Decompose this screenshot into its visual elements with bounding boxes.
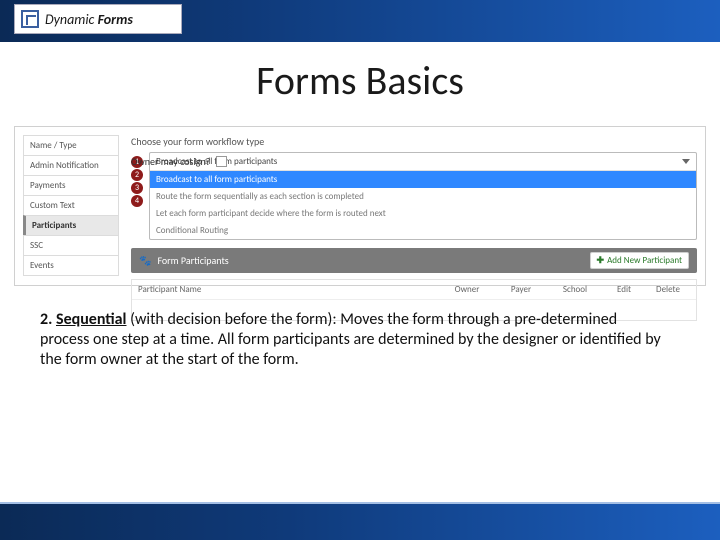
dropdown-option-conditional[interactable]: Conditional Routing	[150, 222, 696, 239]
footer-bar	[0, 504, 720, 540]
table-header: Participant Name Owner Payer School Edit…	[132, 280, 696, 300]
logo-mark-icon	[21, 10, 39, 28]
logo-badge: Dynamic Forms	[14, 4, 182, 34]
col-edit: Edit	[602, 284, 646, 295]
col-owner: Owner	[440, 284, 494, 295]
tab-events[interactable]: Events	[23, 255, 119, 276]
explain-lead-num: 2.	[40, 310, 56, 329]
tab-name-type[interactable]: Name / Type	[23, 135, 119, 155]
workflow-type-dropdown[interactable]: Broadcast to all form participants Broad…	[149, 152, 697, 240]
side-tabs: Name / Type Admin Notification Payments …	[23, 135, 119, 276]
col-participant-name: Participant Name	[138, 284, 440, 295]
tab-admin-notification[interactable]: Admin Notification	[23, 155, 119, 175]
dropdown-option-participant-decide[interactable]: Let each form participant decide where t…	[150, 205, 696, 222]
form-participants-title: Form Participants	[157, 254, 228, 267]
owner-cosign-checkbox[interactable]	[216, 156, 227, 167]
chevron-down-icon	[682, 159, 690, 164]
col-delete: Delete	[646, 284, 690, 295]
paw-icon: 🐾	[139, 254, 151, 267]
workflow-type-label: Choose your form workflow type	[131, 135, 264, 148]
page-title: Forms Basics	[0, 56, 720, 105]
col-school: School	[548, 284, 602, 295]
add-new-participant-label: Add New Participant	[607, 255, 682, 266]
tab-ssc[interactable]: SSC	[23, 235, 119, 255]
dropdown-option-sequential[interactable]: Route the form sequentially as each sect…	[150, 188, 696, 205]
plus-icon: ✚	[597, 255, 605, 266]
form-participants-bar: 🐾 Form Participants ✚ Add New Participan…	[131, 248, 697, 273]
dropdown-option-broadcast[interactable]: Broadcast to all form participants	[150, 171, 696, 188]
badge-2-icon: 2	[131, 169, 143, 181]
tab-custom-text[interactable]: Custom Text	[23, 195, 119, 215]
owner-cosign-label: Owner may cosign?	[131, 155, 210, 168]
slide: Dynamic Forms Forms Basics Name / Type A…	[0, 0, 720, 540]
tab-payments[interactable]: Payments	[23, 175, 119, 195]
explain-body: (with decision before the form): Moves t…	[40, 310, 661, 369]
col-payer: Payer	[494, 284, 548, 295]
add-new-participant-button[interactable]: ✚ Add New Participant	[590, 252, 689, 269]
logo-text-bold: Forms	[98, 11, 133, 28]
dropdown-list: Broadcast to all form participants Route…	[150, 170, 696, 239]
explanation-paragraph: 2. Sequential (with decision before the …	[40, 310, 670, 370]
explain-lead-word: Sequential	[56, 310, 126, 329]
header-bar: Dynamic Forms	[0, 0, 720, 42]
logo-text-prefix: Dynamic	[45, 11, 98, 28]
badge-3-icon: 3	[131, 182, 143, 194]
tab-participants[interactable]: Participants	[23, 215, 119, 235]
right-pane: Choose your form workflow type 1 2 3 4	[131, 135, 697, 321]
badge-4-icon: 4	[131, 195, 143, 207]
ui-screenshot: Name / Type Admin Notification Payments …	[14, 126, 706, 286]
logo-text: Dynamic Forms	[45, 11, 133, 28]
